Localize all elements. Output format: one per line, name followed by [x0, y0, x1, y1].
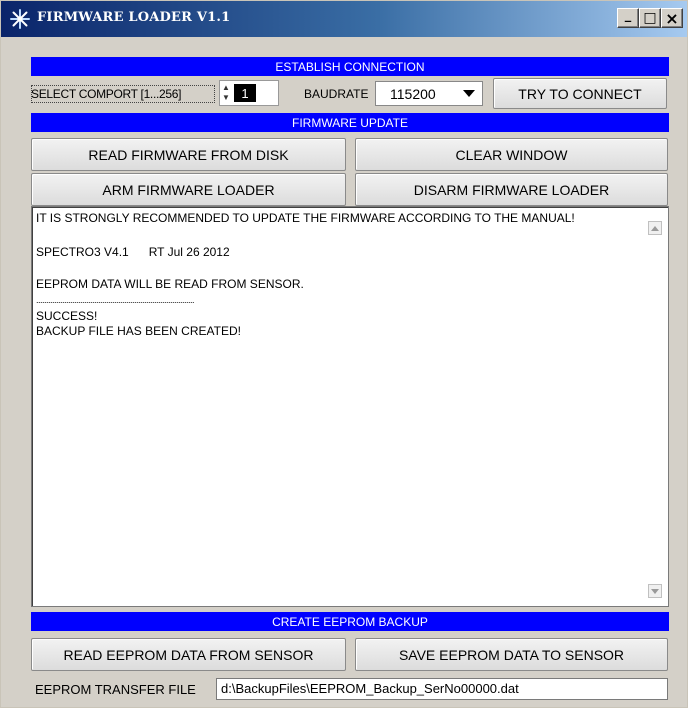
minimize-button[interactable]: _ — [617, 8, 639, 28]
log-line: SUCCESS! — [36, 309, 98, 323]
window-title: FIRMWARE LOADER V1.1 — [37, 10, 231, 25]
try-to-connect-button[interactable]: TRY TO CONNECT — [493, 78, 667, 109]
firmware-update-banner: FIRMWARE UPDATE — [31, 113, 669, 132]
arm-firmware-loader-button[interactable]: ARM FIRMWARE LOADER — [31, 173, 346, 206]
close-button[interactable]: × — [661, 8, 683, 28]
spin-arrows-icon[interactable]: ▲ ▼ — [222, 83, 232, 103]
triangle-down-icon[interactable] — [456, 82, 482, 105]
disarm-firmware-loader-button[interactable]: DISARM FIRMWARE LOADER — [355, 173, 668, 206]
title-bar[interactable]: FIRMWARE LOADER V1.1 _ □ × — [1, 1, 687, 37]
maximize-button[interactable]: □ — [639, 8, 661, 28]
read-firmware-from-disk-button[interactable]: READ FIRMWARE FROM DISK — [31, 138, 346, 171]
comport-value: 1 — [234, 84, 256, 102]
starburst-icon — [10, 9, 30, 29]
log-line: BACKUP FILE HAS BEEN CREATED! — [36, 324, 241, 338]
create-eeprom-backup-banner: CREATE EEPROM BACKUP — [31, 612, 669, 631]
eeprom-transfer-file-input[interactable]: d:\BackupFiles\EEPROM_Backup_SerNo00000.… — [216, 678, 668, 700]
clear-window-button[interactable]: CLEAR WINDOW — [355, 138, 668, 171]
establish-connection-banner: ESTABLISH CONNECTION — [31, 57, 669, 76]
minimize-icon: _ — [624, 7, 632, 23]
log-line: IT IS STRONGLY RECOMMENDED TO UPDATE THE… — [36, 211, 575, 225]
log-line: ........................................… — [36, 295, 195, 305]
log-line: EEPROM DATA WILL BE READ FROM SENSOR. — [36, 277, 304, 291]
close-icon: × — [665, 8, 679, 28]
log-line: SPECTRO3 V4.1 RT Jul 26 2012 — [36, 245, 230, 259]
log-textarea[interactable]: IT IS STRONGLY RECOMMENDED TO UPDATE THE… — [31, 206, 669, 607]
read-eeprom-data-button[interactable]: READ EEPROM DATA FROM SENSOR — [31, 638, 346, 671]
firmware-loader-window: FIRMWARE LOADER V1.1 _ □ × ESTABLISH CON… — [0, 0, 688, 708]
comport-spinbox[interactable]: ▲ ▼ 1 — [219, 80, 279, 106]
maximize-icon: □ — [643, 10, 657, 26]
scroll-up-icon[interactable] — [648, 221, 662, 235]
save-eeprom-data-button[interactable]: SAVE EEPROM DATA TO SENSOR — [355, 638, 668, 671]
baudrate-select[interactable]: 115200 — [375, 81, 483, 106]
eeprom-transfer-file-label: EEPROM TRANSFER FILE — [35, 682, 196, 697]
baudrate-label: BAUDRATE — [304, 87, 369, 101]
scroll-down-icon[interactable] — [648, 584, 662, 598]
baudrate-value: 115200 — [390, 86, 436, 102]
comport-focus-rect — [31, 85, 215, 103]
